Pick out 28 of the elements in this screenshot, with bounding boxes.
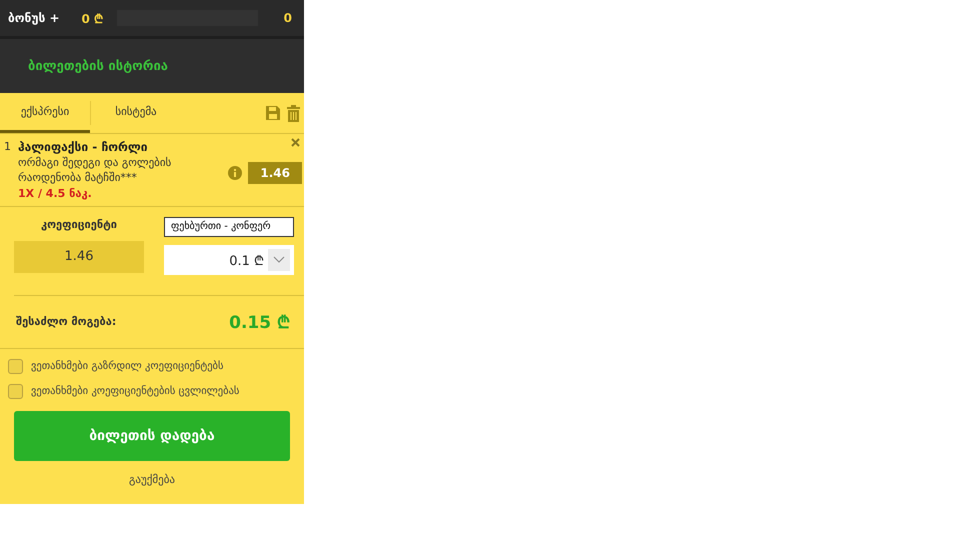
bonus-count: 0 [284,11,292,25]
bet-type-tab[interactable]: ექსპრესი [0,93,90,133]
cancel-link[interactable]: გაუქმება [129,472,175,486]
bet-type-tab[interactable]: სისტემა [91,93,181,133]
info-icon[interactable] [228,166,242,180]
checkbox[interactable] [8,358,23,374]
checkbox[interactable] [8,384,23,399]
close-icon[interactable] [291,138,300,147]
match-name: ჰალიფაქსი - ჩორლი [18,140,149,154]
possible-win-label: შესაძლო მოგება: [16,315,116,328]
ticket-history-link[interactable]: ბილეთების ისტორია [0,39,304,93]
chevron-down-icon [273,256,285,264]
coefficient-label: კოეფიციენტი [40,216,118,233]
checkbox-label: ვეთანხმები კოეფიციენტების ცვლილებას [31,385,240,398]
bonus-amount: 0 ₾ [82,10,104,26]
bonus-label: ბონუს + [8,11,60,25]
checkbox-label: ვეთანხმები გაზრდილ კოეფიციენტებს [31,360,224,372]
bet-number: 1 [4,140,12,155]
odds-value: 1.46 [248,162,302,184]
stake-field[interactable]: 0.1 ₾ [164,244,294,275]
selection-text: 1X / 4.5 ნაკ. [18,186,93,200]
trash-icon[interactable] [287,104,300,122]
tooltip: ფეხბურთი - კონფერ [164,216,294,237]
save-icon[interactable] [265,105,281,121]
possible-win-value: 0.15 ₾ [229,312,290,334]
coefficient-value: 1.46 [14,240,144,273]
dropdown-button[interactable] [268,248,290,271]
market-name: ორმაგი შედეგი და გოლების რაოდენობა მატჩში*** [18,155,172,186]
